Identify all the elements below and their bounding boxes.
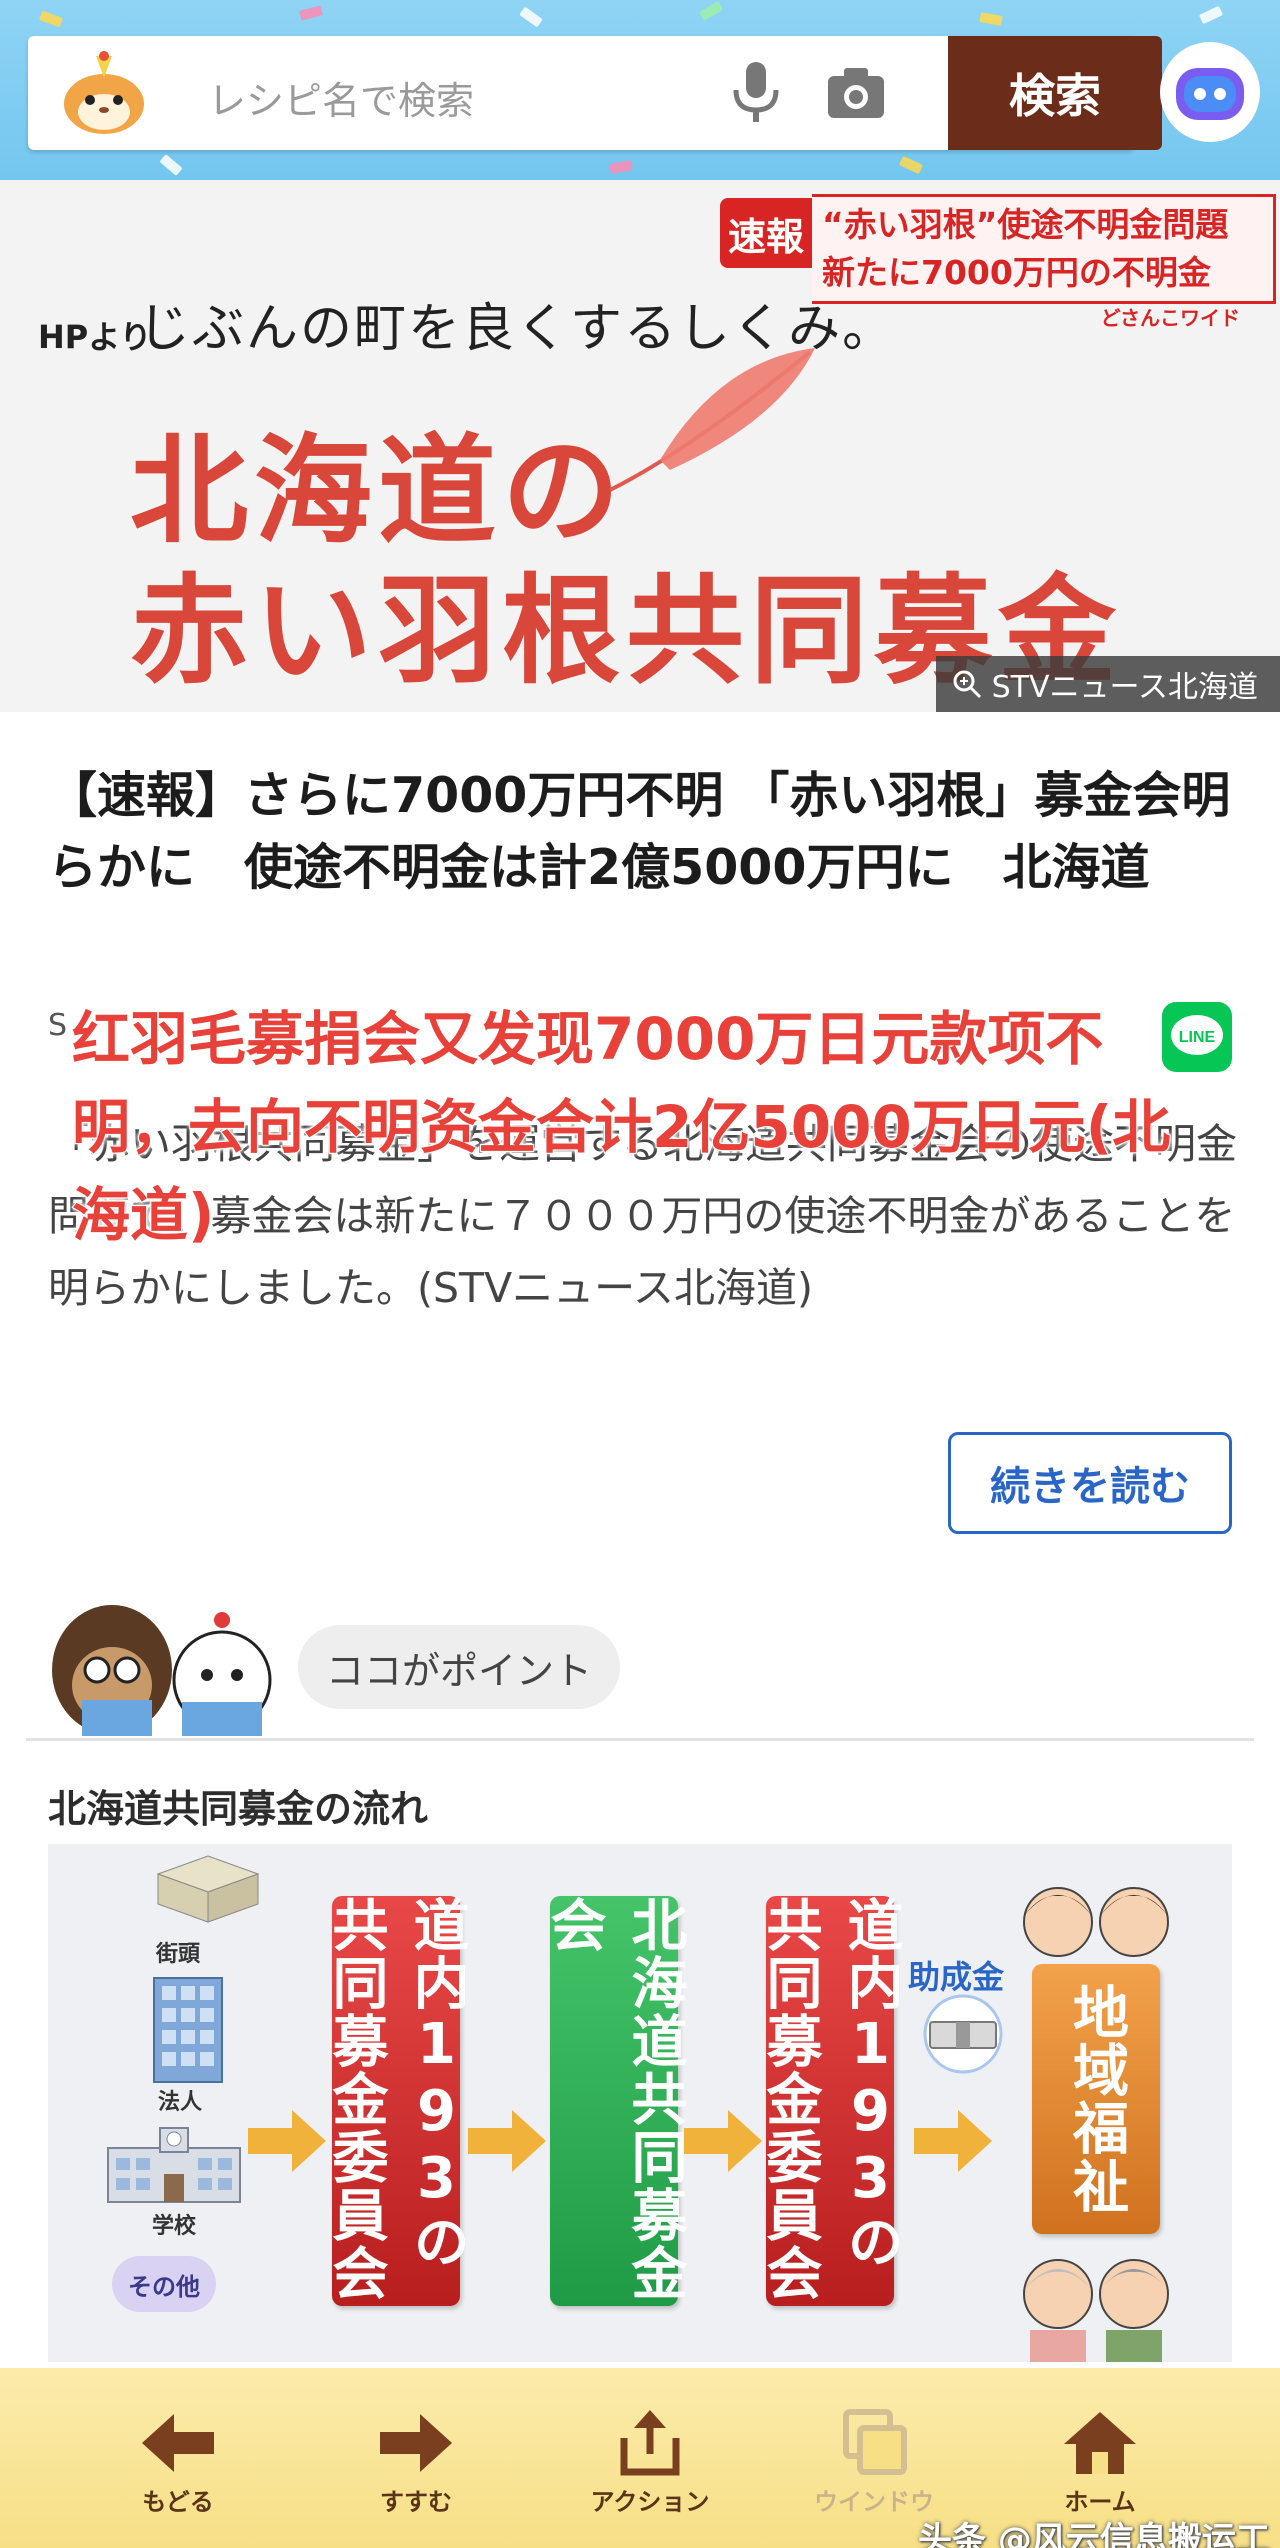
flow-box-local-committees-2: 道内193の共同募金委員会 — [757, 1896, 903, 2306]
article-byline: S — [48, 1008, 68, 1043]
back-label: もどる — [142, 2488, 214, 2516]
source-street: 街頭 — [156, 1942, 201, 1967]
confetti-decoration — [38, 10, 64, 28]
confetti-decoration — [519, 6, 543, 28]
family-people-icon — [1023, 1887, 1169, 1957]
red-feather-icon — [609, 348, 815, 492]
microphone-icon[interactable] — [728, 60, 784, 126]
window-button[interactable]: ウインドウ — [794, 2408, 954, 2517]
confetti-decoration — [159, 154, 183, 176]
source-other: その他 — [112, 2256, 216, 2312]
donation-box-icon — [156, 1855, 260, 1923]
windows-icon — [843, 2409, 907, 2475]
confetti-decoration — [299, 5, 323, 21]
confetti-decoration — [1198, 5, 1224, 25]
flash-badge: 速報 — [720, 198, 812, 268]
flow-box-community-welfare: 地域福祉 — [1032, 1964, 1160, 2234]
source-corporation: 法人 — [158, 2090, 203, 2115]
arrow-left-icon — [142, 2414, 214, 2472]
mascot-logo-icon — [64, 51, 144, 134]
home-button[interactable]: ホーム — [1020, 2408, 1180, 2517]
confetti-decoration — [698, 1, 724, 21]
zoom-icon — [953, 670, 981, 699]
search-button[interactable]: 検索 — [948, 36, 1162, 150]
confetti-decoration — [609, 160, 633, 174]
cash-bundle-icon — [923, 1994, 1003, 2074]
grant-label: 助成金 — [908, 1958, 1005, 1996]
forward-label: すすむ — [380, 2488, 452, 2516]
back-button[interactable]: もどる — [98, 2408, 258, 2517]
point-bubble: ココがポイント — [298, 1625, 621, 1709]
translation-overlay-caption: 红羽毛募捐会又发现7000万日元款项不明，去向不明资金合计2亿5000万日元(北… — [71, 1004, 1171, 1250]
fund-flow-diagram[interactable]: 街頭 法人 学校 その他 道内193の共同募金委員会 北海道共同募金会 道内19… — [48, 1844, 1232, 2362]
action-button[interactable]: アクション — [570, 2408, 730, 2517]
source-watermark: 头条 @风云信息搬运工 — [918, 2520, 1270, 2548]
search-bar[interactable]: レシピ名で検索 検索 — [28, 36, 1162, 150]
flow-box-hokkaido-fund: 北海道共同募金会 — [541, 1896, 687, 2306]
camera-icon[interactable] — [824, 62, 888, 124]
point-characters-icon — [52, 1605, 272, 1736]
section-divider — [26, 1738, 1254, 1741]
school-building-icon — [107, 2127, 241, 2203]
hero-image[interactable]: HPより じぶんの町を良くするしくみ。 北海道の 赤い羽根共同募金 速報 “赤い… — [0, 180, 1280, 712]
confetti-decoration — [979, 12, 1003, 26]
arrow-right-icon — [380, 2414, 452, 2472]
flow-arrow-icon — [914, 2110, 992, 2172]
elderly-people-icon — [1023, 2259, 1169, 2362]
home-icon — [1064, 2412, 1136, 2474]
source-school: 学校 — [152, 2214, 197, 2239]
flow-heading: 北海道共同募金の流れ — [48, 1787, 429, 1831]
forward-button[interactable]: すすむ — [336, 2408, 496, 2517]
news-flash-banner: 速報 “赤い羽根”使途不明金問題 新たに7000万円の不明金 どさんこワイド — [720, 186, 1280, 336]
read-more-button[interactable]: 続きを読む — [948, 1432, 1232, 1534]
share-icon — [620, 2410, 680, 2476]
search-input[interactable]: レシピ名で検索 — [208, 70, 474, 125]
assistant-bot-icon[interactable] — [1158, 40, 1262, 144]
flash-source-label: どさんこワイド — [1100, 306, 1240, 330]
confetti-decoration — [898, 155, 924, 175]
flow-box-local-committees: 道内193の共同募金委員会 — [323, 1896, 469, 2306]
credit-text: STVニュース北海道 — [991, 670, 1258, 705]
flash-text-box: “赤い羽根”使途不明金問題 新たに7000万円の不明金 — [812, 194, 1276, 304]
office-building-icon — [153, 1977, 223, 2083]
action-label: アクション — [590, 2488, 710, 2516]
flash-line-2: 新たに7000万円の不明金 — [822, 253, 1211, 292]
top-header: レシピ名で検索 検索 — [0, 0, 1280, 180]
flash-line-1: “赤い羽根”使途不明金問題 — [822, 205, 1229, 244]
article-title[interactable]: 【速報】さらに7000万円不明 「赤い羽根」募金会明らかに 使途不明金は計2億5… — [48, 760, 1238, 904]
hero-hp-label: HPより — [38, 318, 152, 356]
image-credit[interactable]: STVニュース北海道 — [935, 656, 1280, 712]
